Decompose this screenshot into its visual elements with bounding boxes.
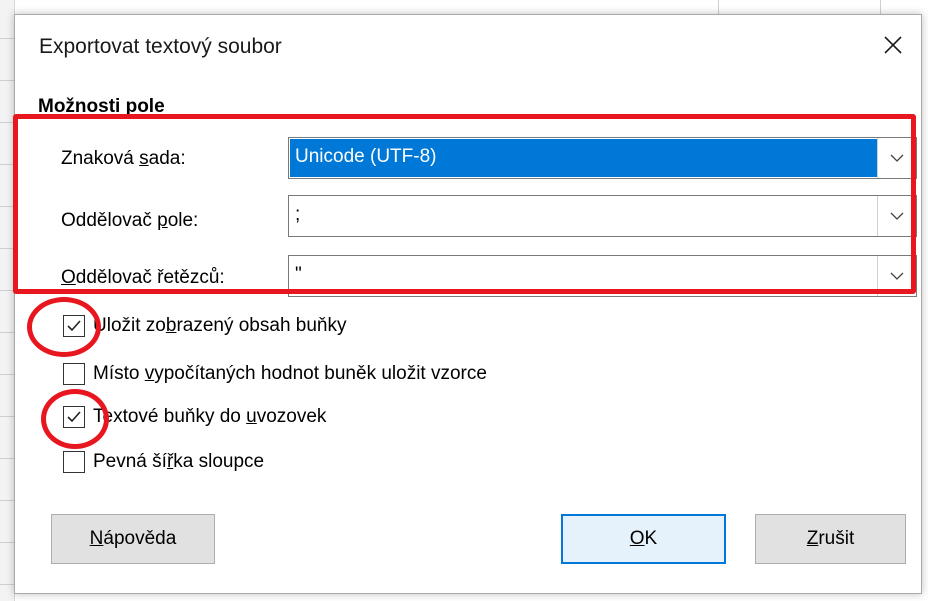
checkbox-label: Místo vypočítaných hodnot buněk uložit v…: [93, 363, 487, 384]
field-separator-dropdown-button[interactable]: [877, 196, 916, 236]
section-title: Možnosti pole: [38, 96, 165, 117]
row-divider: [0, 458, 14, 459]
row-divider: [0, 542, 14, 543]
charset-select[interactable]: Unicode (UTF-8): [288, 137, 917, 179]
row-divider: [0, 80, 14, 81]
help-button[interactable]: Nápověda: [51, 514, 215, 564]
charset-label: Znaková sada:: [61, 148, 186, 169]
row-divider: [0, 416, 14, 417]
row-divider: [0, 122, 14, 123]
row-divider: [0, 290, 14, 291]
dialog-titlebar: Exportovat textový soubor: [15, 15, 921, 77]
column-divider: [880, 0, 881, 14]
checkbox-label: Uložit zobrazený obsah buňky: [93, 315, 347, 336]
checkbox-fixed-column-width[interactable]: Pevná šířka sloupce: [63, 449, 264, 475]
row-divider: [0, 374, 14, 375]
chevron-down-icon: [890, 212, 904, 220]
spreadsheet-row-header-strip: [0, 0, 15, 601]
string-delimiter-label: Oddělovač řetězců:: [61, 267, 225, 288]
cancel-button[interactable]: Zrušit: [755, 514, 906, 564]
checkbox-box[interactable]: [63, 363, 85, 385]
row-divider: [0, 248, 14, 249]
close-button[interactable]: [865, 15, 921, 75]
close-icon: [884, 36, 902, 54]
checkbox-quote-text-cells[interactable]: Textové buňky do uvozovek: [63, 404, 326, 430]
field-separator-label: Oddělovač pole:: [61, 210, 199, 231]
row-divider: [0, 500, 14, 501]
string-delimiter-combo[interactable]: ": [288, 255, 917, 297]
column-divider: [718, 0, 719, 14]
chevron-down-icon: [890, 272, 904, 280]
checkbox-save-displayed-content[interactable]: Uložit zobrazený obsah buňky: [63, 313, 347, 339]
field-separator-value[interactable]: ;: [295, 204, 300, 226]
checkbox-box[interactable]: [63, 451, 85, 473]
row-divider: [0, 332, 14, 333]
ok-button[interactable]: OK: [561, 514, 726, 564]
dialog-title: Exportovat textový soubor: [39, 35, 282, 58]
checkbox-save-formulas[interactable]: Místo vypočítaných hodnot buněk uložit v…: [63, 361, 487, 387]
charset-value: Unicode (UTF-8): [295, 146, 437, 167]
string-delimiter-dropdown-button[interactable]: [877, 256, 916, 296]
checkbox-label: Textové buňky do uvozovek: [93, 406, 327, 427]
checkmark-icon: [67, 411, 81, 423]
chevron-down-icon: [890, 154, 904, 162]
charset-dropdown-button[interactable]: [877, 138, 916, 178]
checkbox-box[interactable]: [63, 406, 85, 428]
row-divider: [0, 206, 14, 207]
row-divider: [0, 164, 14, 165]
field-separator-combo[interactable]: ;: [288, 195, 917, 237]
checkbox-label: Pevná šířka sloupce: [93, 451, 265, 472]
checkmark-icon: [67, 320, 81, 332]
row-divider: [0, 584, 14, 585]
row-divider: [0, 38, 14, 39]
string-delimiter-value[interactable]: ": [295, 264, 302, 286]
checkbox-box[interactable]: [63, 315, 85, 337]
export-text-dialog: Exportovat textový soubor Možnosti pole …: [14, 14, 922, 594]
